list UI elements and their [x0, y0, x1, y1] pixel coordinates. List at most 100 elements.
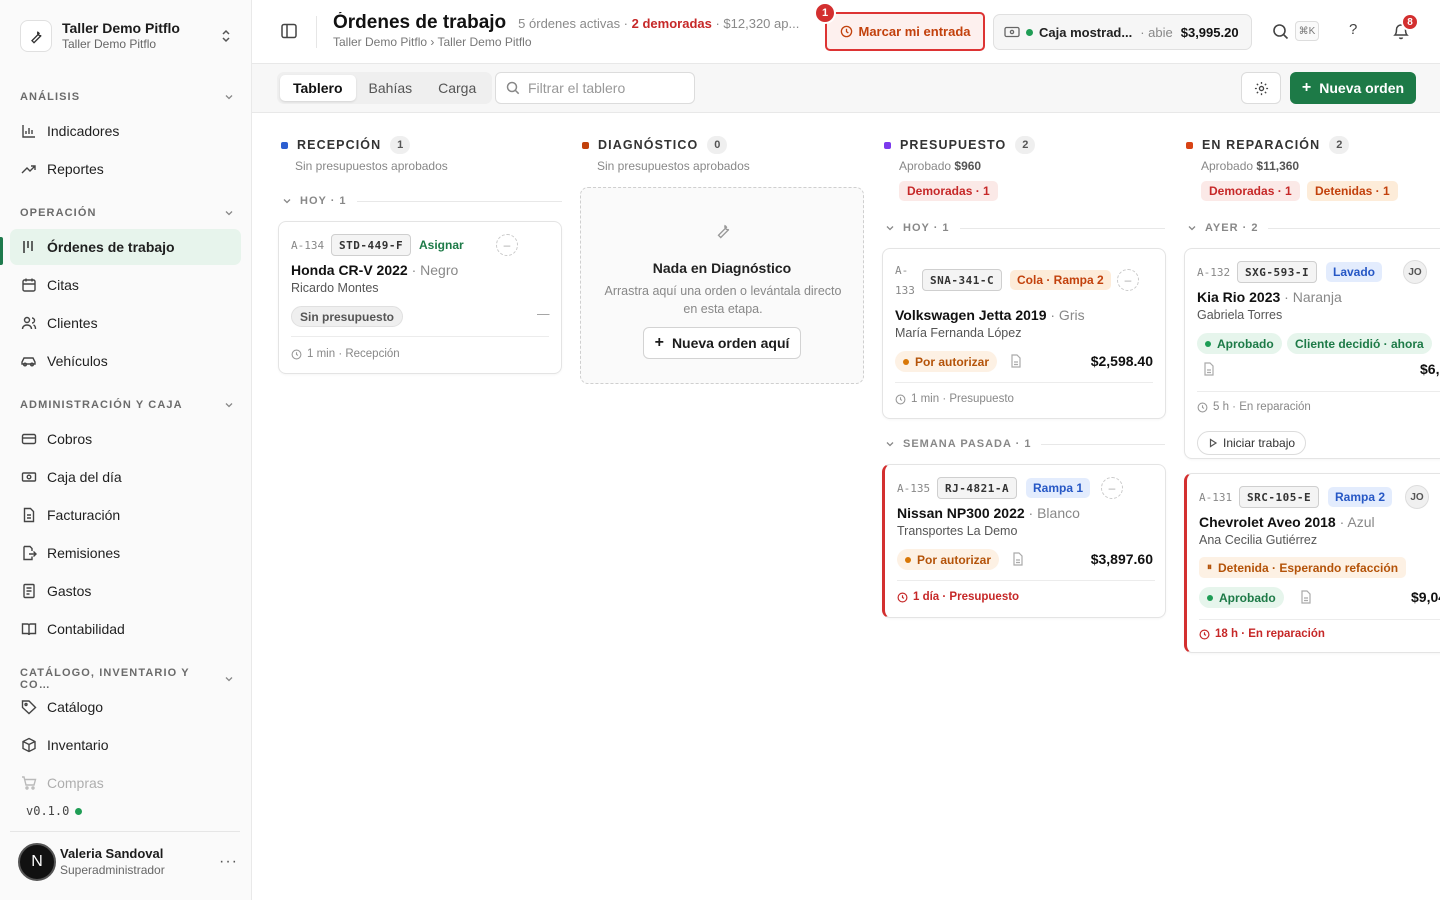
section-operacion[interactable]: OPERACIÓN [20, 207, 234, 219]
column-color [1186, 141, 1193, 149]
clock-icon [291, 349, 302, 359]
technician-avatar[interactable]: JO [1405, 485, 1429, 509]
tab-carga[interactable]: Carga [425, 75, 489, 101]
client-name: Ana Cecilia Gutiérrez [1199, 533, 1318, 547]
card-footer: 5 h · En reparación [1197, 401, 1311, 413]
order-id: A-134 [291, 239, 325, 252]
new-order-here-button[interactable]: + Nueva orden aquí [643, 327, 801, 359]
new-order-button[interactable]: + Nueva orden [1290, 72, 1416, 104]
filter-input[interactable] [528, 80, 678, 96]
column-color [884, 141, 891, 149]
document-icon[interactable] [1012, 552, 1024, 566]
more-icon[interactable]: ··· [219, 853, 238, 871]
bar-chart-icon [20, 123, 37, 140]
order-card[interactable]: A- 133 SNA-341-C Cola · Rampa 2 – Volksw… [882, 248, 1166, 419]
group-header[interactable]: HOY · 1 [885, 222, 1165, 234]
card-icon [20, 431, 37, 448]
late-filter-pill[interactable]: Demoradas · 1 [1201, 181, 1300, 201]
trend-icon [20, 161, 37, 178]
sidebar-item-inventario[interactable]: Inventario [10, 727, 241, 763]
shortcut-hint: ⌘K [1295, 21, 1319, 41]
order-card[interactable]: A-135 RJ-4821-A Rampa 1 – Nissan NP300 2… [882, 464, 1166, 618]
sidebar-item-catalogo[interactable]: Catálogo [10, 689, 241, 725]
document-icon[interactable] [1203, 362, 1215, 376]
tab-bahias[interactable]: Bahías [356, 75, 426, 101]
sidebar-item-vehiculos[interactable]: Vehículos [10, 343, 241, 379]
plus-icon: + [654, 334, 664, 351]
decision-status: Cliente decidió · ahora [1287, 333, 1432, 354]
column-subtitle: Sin presupuestos aprobados [295, 159, 448, 173]
sidebar-item-gastos[interactable]: Gastos [10, 573, 241, 609]
chevron-down-icon [886, 226, 894, 231]
status-dot [75, 807, 83, 815]
org-subtitle: Taller Demo Pitflo [62, 37, 157, 52]
card-menu-icon[interactable]: – [496, 234, 518, 256]
card-menu-icon[interactable]: – [1101, 477, 1123, 499]
sidebar-item-caja[interactable]: Caja del día [10, 459, 241, 495]
bay-tag: Lavado [1326, 262, 1383, 282]
user-menu[interactable]: N Valeria Sandoval Superadministrador ··… [18, 842, 238, 882]
search-icon[interactable] [1272, 23, 1289, 40]
client-name: Transportes La Demo [897, 524, 1018, 538]
late-count: 2 demoradas [631, 16, 712, 31]
sidebar-item-compras[interactable]: Compras [10, 765, 241, 801]
order-card[interactable]: A-131 SRC-105-E Rampa 2 JO Chevrolet Ave… [1184, 473, 1440, 653]
board-settings-button[interactable] [1241, 72, 1281, 104]
late-filter-pill[interactable]: Demoradas · 1 [899, 181, 998, 201]
technician-avatar[interactable]: JO [1403, 260, 1427, 284]
org-switcher[interactable]: Taller Demo Pitflo Taller Demo Pitflo [10, 10, 242, 62]
card-footer: 1 min · Presupuesto [895, 393, 1014, 405]
section-catalogo[interactable]: CATÁLOGO, INVENTARIO Y CO… [20, 667, 234, 691]
book-icon [20, 621, 37, 638]
group-header[interactable]: AYER · 2 [1187, 222, 1440, 234]
sidebar-item-facturacion[interactable]: Facturación [10, 497, 241, 533]
budget-status: Por autorizar [895, 351, 998, 372]
document-icon[interactable] [1010, 354, 1022, 368]
help-icon[interactable]: ? [1349, 21, 1357, 38]
column-subtitle: Sin presupuestos aprobados [597, 159, 750, 173]
card-footer: 1 día · Presupuesto [897, 591, 1019, 603]
column-header-reparacion: EN REPARACIÓN 2 [1186, 136, 1350, 154]
column-subtitle: Aprobado $960 [899, 159, 982, 173]
sidebar-item-ordenes[interactable]: Órdenes de trabajo [10, 229, 241, 265]
sidebar-item-contabilidad[interactable]: Contabilidad [10, 611, 241, 647]
order-amount: $3,897.60 [1090, 551, 1153, 567]
users-icon [20, 315, 37, 332]
vehicle-name: Honda CR-V 2022 · Negro [291, 262, 459, 278]
title-row: Órdenes de trabajo 5 órdenes activas · 2… [333, 12, 813, 34]
check-in-button[interactable]: Marcar mi entrada [825, 12, 985, 51]
order-card[interactable]: A-132 SXG-593-I Lavado JO Kia Rio 2023 ·… [1184, 248, 1440, 459]
sidebar-item-remisiones[interactable]: Remisiones [10, 535, 241, 571]
cash-icon [20, 469, 37, 486]
order-card[interactable]: A-134 STD-449-F Asignar – Honda CR-V 202… [278, 221, 562, 374]
empty-dropzone[interactable]: Nada en Diagnóstico Arrastra aquí una or… [580, 187, 864, 384]
hold-filter-pill[interactable]: Detenidas · 1 [1307, 181, 1398, 201]
tab-tablero[interactable]: Tablero [280, 75, 356, 101]
start-work-button[interactable]: Iniciar trabajo [1197, 431, 1307, 455]
chevron-down-icon [225, 403, 233, 408]
sidebar-item-reportes[interactable]: Reportes [10, 151, 241, 187]
assign-link[interactable]: Asignar [419, 235, 464, 255]
search-icon [506, 81, 520, 95]
section-administracion[interactable]: ADMINISTRACIÓN Y CAJA [20, 399, 234, 411]
chevron-down-icon [886, 442, 894, 447]
sidebar: Taller Demo Pitflo Taller Demo Pitflo AN… [0, 0, 252, 900]
card-menu-icon[interactable]: – [1117, 269, 1139, 291]
group-header[interactable]: HOY · 1 [282, 195, 562, 207]
wrench-icon [20, 20, 52, 52]
document-icon[interactable] [1300, 590, 1312, 604]
sidebar-item-citas[interactable]: Citas [10, 267, 241, 303]
cash-register-button[interactable]: Caja mostrad... · abie $3,995.20 [993, 14, 1252, 50]
sidebar-item-indicadores[interactable]: Indicadores [10, 113, 241, 149]
sidebar-item-cobros[interactable]: Cobros [10, 421, 241, 457]
app-version: v0.1.0 [26, 804, 83, 818]
card-footer: 18 h · En reparación [1199, 628, 1325, 640]
sidebar-item-clientes[interactable]: Clientes [10, 305, 241, 341]
invoice-icon [20, 507, 37, 524]
clock-icon [1199, 629, 1210, 639]
sidebar-toggle-icon[interactable] [280, 22, 298, 40]
active-indicator [0, 237, 3, 265]
section-analisis[interactable]: ANÁLISIS [20, 91, 234, 103]
group-header[interactable]: SEMANA PASADA · 1 [885, 438, 1165, 450]
license-plate: SRC-105-E [1239, 486, 1320, 508]
